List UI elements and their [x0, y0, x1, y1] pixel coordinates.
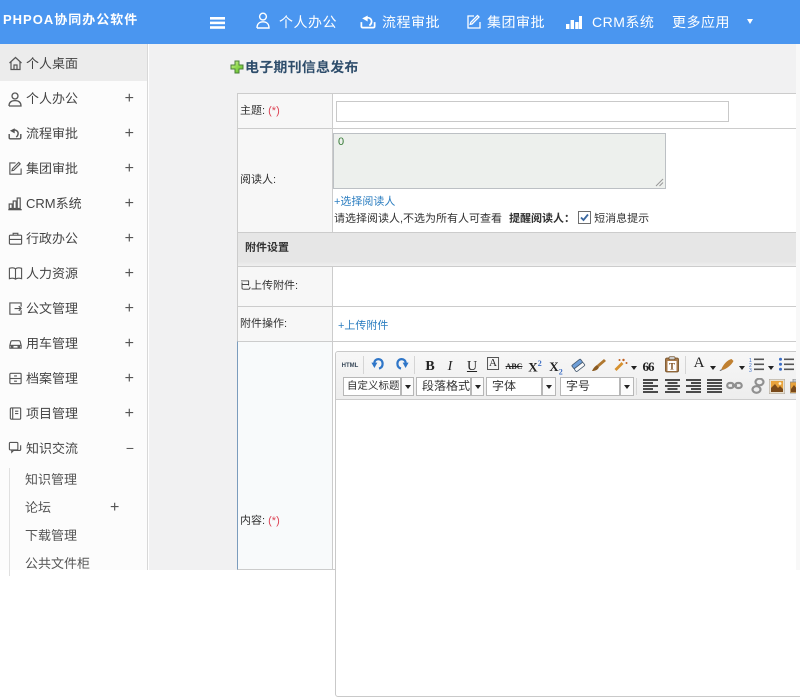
- svg-text:T: T: [669, 362, 675, 372]
- svg-text:3: 3: [749, 368, 752, 372]
